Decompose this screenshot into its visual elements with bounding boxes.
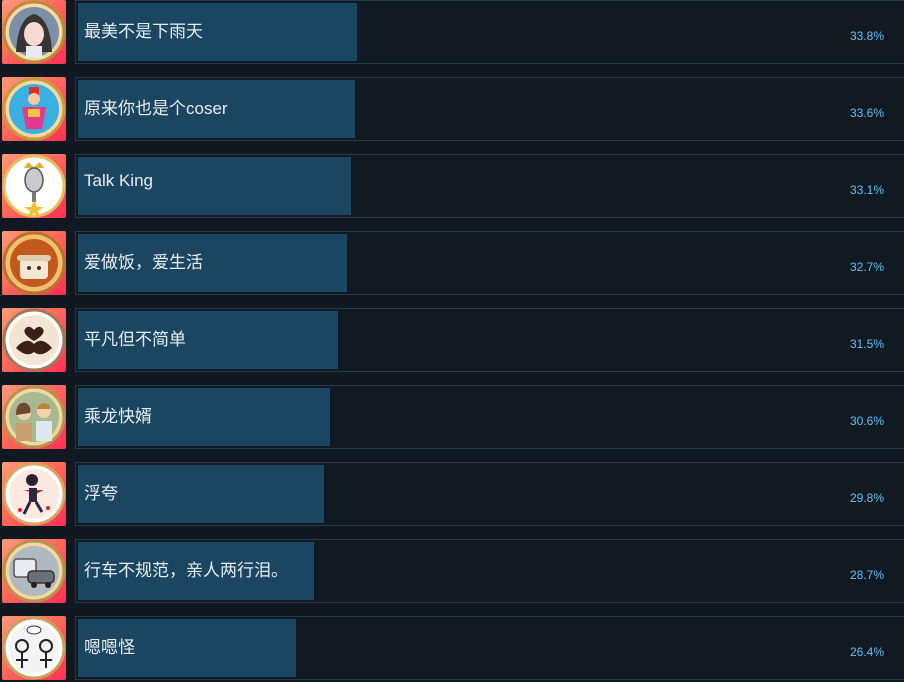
achievement-percent: 33.8% xyxy=(849,29,884,43)
achievement-bar-panel: 原来你也是个coser 33.6% xyxy=(75,77,904,141)
achievement-bar-panel: 嗯嗯怪 26.4% xyxy=(75,616,904,680)
achievement-row: Talk King 33.1% xyxy=(0,154,904,220)
achievement-row: 平凡但不简单 31.5% xyxy=(0,308,904,374)
achievement-bar-panel: 浮夸 29.8% xyxy=(75,462,904,526)
achievement-icon-frame xyxy=(2,231,66,295)
achievement-bar-panel: 行车不规范，亲人两行泪。 28.7% xyxy=(75,539,904,603)
anime-girl-portrait-icon xyxy=(2,0,66,64)
achievement-icon-frame xyxy=(2,462,66,526)
achievement-icon-frame xyxy=(2,616,66,680)
achievement-row: 乘龙快婿 30.6% xyxy=(0,385,904,451)
achievement-name: 最美不是下雨天 xyxy=(84,22,203,41)
achievement-name: 原来你也是个coser xyxy=(84,99,228,118)
achievement-icon-frame xyxy=(2,77,66,141)
achievement-percent: 30.6% xyxy=(849,414,884,428)
achievement-percent: 29.8% xyxy=(849,491,884,505)
achievement-bar-panel: 平凡但不简单 31.5% xyxy=(75,308,904,372)
achievement-icon-frame xyxy=(2,539,66,603)
crowned-microphone-icon xyxy=(2,154,66,218)
achievement-bar-panel: 爱做饭，爱生活 32.7% xyxy=(75,231,904,295)
achievement-bar-panel: Talk King 33.1% xyxy=(75,154,904,218)
costume-figure-icon xyxy=(2,77,66,141)
achievement-bar-panel: 乘龙快婿 30.6% xyxy=(75,385,904,449)
achievement-icon-frame xyxy=(2,0,66,64)
achievement-percent: 28.7% xyxy=(849,568,884,582)
dancing-man-icon xyxy=(2,462,66,526)
achievement-percent: 33.1% xyxy=(849,183,884,197)
achievement-row: 嗯嗯怪 26.4% xyxy=(0,616,904,682)
achievement-name: Talk King xyxy=(84,171,153,190)
achievement-percent: 31.5% xyxy=(849,337,884,351)
achievement-row: 最美不是下雨天 33.8% xyxy=(0,0,904,66)
achievement-icon-frame xyxy=(2,385,66,449)
achievement-icon-frame xyxy=(2,154,66,218)
achievement-row: 浮夸 29.8% xyxy=(0,462,904,528)
achievement-row: 行车不规范，亲人两行泪。 28.7% xyxy=(0,539,904,605)
achievement-list: 最美不是下雨天 33.8% 原来你也是个coser 33.6% Talk Kin… xyxy=(0,0,904,682)
achievement-row: 爱做饭，爱生活 32.7% xyxy=(0,231,904,297)
heart-hands-icon xyxy=(2,308,66,372)
achievement-percent: 32.7% xyxy=(849,260,884,274)
cooking-pot-icon xyxy=(2,231,66,295)
achievement-bar-panel: 最美不是下雨天 33.8% xyxy=(75,0,904,64)
achievement-percent: 26.4% xyxy=(849,645,884,659)
couple-portrait-icon xyxy=(2,385,66,449)
achievement-name: 乘龙快婿 xyxy=(84,407,152,426)
achievement-name: 浮夸 xyxy=(84,484,118,503)
achievement-row: 原来你也是个coser 33.6% xyxy=(0,77,904,143)
car-crash-icon xyxy=(2,539,66,603)
achievement-name: 行车不规范，亲人两行泪。 xyxy=(84,561,288,580)
achievement-percent: 33.6% xyxy=(849,106,884,120)
achievement-name: 爱做饭，爱生活 xyxy=(84,253,203,272)
chatting-people-icon xyxy=(2,616,66,680)
achievement-name: 平凡但不简单 xyxy=(84,330,186,349)
achievement-icon-frame xyxy=(2,308,66,372)
achievement-name: 嗯嗯怪 xyxy=(84,638,135,657)
